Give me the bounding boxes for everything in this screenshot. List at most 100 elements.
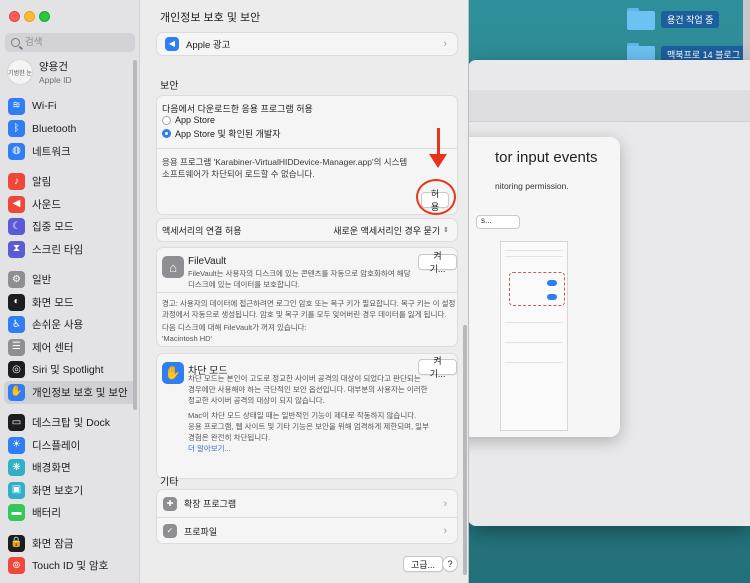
filevault-card: ⌂ FileVault 켜기... FileVault는 사용자의 디스크에 있…: [156, 247, 458, 347]
lockdown-description: 정교한 사이버 공격의 대상이 되지 않습니다.: [188, 396, 325, 405]
background-dialog-subtitle: nitoring permission.: [495, 181, 569, 191]
close-button[interactable]: [9, 11, 20, 22]
system-settings-window: 기범한 눈 양용건 Apple ID ≋ Wi-Fi ᛒ Bluetooth ◍ 네트워크…: [0, 0, 469, 583]
sidebar-item-label: 집중 모드: [32, 221, 74, 234]
lockdown-description: 경험은 완전히 차단됩니다.: [188, 433, 271, 442]
sidebar-item[interactable]: ⚙ 일반: [4, 269, 136, 292]
search-input[interactable]: [25, 37, 125, 48]
accessory-select[interactable]: 새로운 액세서리인 경우 묻기 ⇕: [333, 224, 449, 237]
background-dialog-button[interactable]: s...: [476, 215, 520, 229]
sidebar-item-label: Siri 및 Spotlight: [32, 364, 104, 377]
sidebar-item[interactable]: ☀ 디스플레이: [4, 434, 136, 457]
others-card: ✚ 확장 프로그램 › ✓ 프로파일 ›: [156, 489, 458, 544]
page-title: 개인정보 보호 및 보안: [160, 12, 261, 24]
sidebar-item[interactable]: ◀ 사운드: [4, 193, 136, 216]
hand-icon: ✋: [162, 362, 184, 384]
radio-app-store[interactable]: App Store: [162, 115, 215, 125]
blocked-message: 소프트웨어가 차단되어 로드할 수 없습니다.: [162, 169, 315, 179]
filevault-description: 디스크에 있는 데이터를 보호합니다.: [188, 280, 300, 289]
allow-downloads-label: 다음에서 다운로드한 응용 프로그램 허용: [162, 104, 313, 114]
settings-pane: ◀ Apple 광고 › 보안 다음에서 다운로드한 응용 프로그램 허용 Ap…: [141, 28, 468, 583]
accessory-label: 액세서리의 연결 허용: [162, 225, 242, 236]
sidebar-item-label: 배터리: [32, 507, 61, 520]
sidebar-item[interactable]: ⊚ Touch ID 및 암호: [4, 555, 136, 578]
help-button[interactable]: ?: [442, 556, 458, 572]
checkmark-seal-icon: ✓: [163, 524, 177, 538]
gear-icon: ⚙: [8, 271, 25, 289]
sidebar-item-label: 화면 모드: [32, 296, 74, 309]
radio-button[interactable]: [162, 129, 171, 138]
sidebar-item[interactable]: ◍ 네트워크: [4, 140, 136, 163]
sidebar-item[interactable]: ☰ 제어 센터: [4, 336, 136, 359]
profiles-label: 프로파일: [184, 526, 218, 537]
apple-id-account[interactable]: 기범한 눈 양용건 Apple ID: [7, 59, 72, 85]
sidebar-item[interactable]: ▣ 화면 보호기: [4, 479, 136, 502]
lockdown-description: 경우에만 사용해야 하는 극단적인 보안 옵션입니다. 대부분의 사용자는 이러…: [188, 385, 428, 394]
radio-label: App Store 및 확인된 개발자: [175, 129, 281, 139]
sidebar-item[interactable]: ≋ Wi-Fi: [4, 95, 136, 118]
sidebar-item-label: 배경화면: [32, 462, 71, 475]
security-header: 보안: [160, 81, 179, 92]
sidebar-item-label: 개인정보 보호 및 보안: [32, 386, 128, 399]
display-icon: ☀: [8, 436, 25, 454]
apple-ads-row[interactable]: ◀ Apple 광고 ›: [156, 32, 458, 56]
sidebar-item[interactable]: ▬ 배터리: [4, 502, 136, 525]
megaphone-icon: ◀: [165, 37, 179, 51]
sidebar-item[interactable]: ◐ 화면 모드: [4, 291, 136, 314]
profiles-row[interactable]: ✓ 프로파일 ›: [157, 518, 457, 544]
sidebar-item[interactable]: ᛒ Bluetooth: [4, 118, 136, 141]
filevault-turn-on-button[interactable]: 켜기...: [418, 251, 457, 274]
sidebar-item[interactable]: ◎ Siri 및 Spotlight: [4, 359, 136, 382]
minimize-button[interactable]: [24, 11, 35, 22]
avatar-signature: 기범한 눈: [8, 70, 32, 77]
annotation-circle: [416, 179, 456, 215]
desktop-folder[interactable]: 용건 작업 중: [627, 8, 720, 30]
chevron-right-icon: ›: [443, 497, 447, 510]
folder-icon: [627, 8, 655, 30]
sidebar-item-label: 일반: [32, 274, 52, 287]
sidebar-item[interactable]: ♿ 손쉬운 사용: [4, 314, 136, 337]
sidebar-item-label: 손쉬운 사용: [32, 319, 84, 332]
battery-icon: ▬: [8, 504, 25, 522]
sidebar-item[interactable]: ▭ 데스크탑 및 Dock: [4, 412, 136, 435]
learn-more-link[interactable]: 더 알아보기...: [188, 443, 429, 454]
chevron-updown-icon: ⇕: [443, 227, 449, 234]
avatar: 기범한 눈: [7, 59, 33, 85]
sidebar-item[interactable]: ☾ 집중 모드: [4, 216, 136, 239]
sidebar-item-label: 디스플레이: [32, 439, 81, 452]
search-icon: [11, 38, 20, 47]
account-name: 양용건: [39, 61, 68, 73]
radio-app-store-and-developers[interactable]: App Store 및 확인된 개발자: [162, 127, 281, 140]
hand-icon: ✋: [8, 383, 25, 401]
sidebar-scrollbar[interactable]: [133, 60, 137, 410]
accessory-row: 액세서리의 연결 허용 새로운 액세서리인 경우 묻기 ⇕: [156, 218, 458, 242]
extensions-row[interactable]: ✚ 확장 프로그램 ›: [157, 490, 457, 517]
zoom-button[interactable]: [39, 11, 50, 22]
sidebar-item[interactable]: ✋ 개인정보 보호 및 보안: [4, 381, 136, 404]
sidebar-item[interactable]: 🔒 화면 잠금: [4, 532, 136, 555]
lockdown-card: ✋ 차단 모드 켜기... 차단 모드는 본인이 고도로 정교한 사이버 공격의…: [156, 353, 458, 479]
puzzle-icon: ✚: [163, 496, 177, 511]
pane-scrollbar[interactable]: [463, 325, 467, 575]
lock-icon: 🔒: [8, 534, 25, 552]
house-icon: ⌂: [162, 256, 184, 278]
globe-icon: ◍: [8, 142, 25, 160]
screensaver-icon: ▣: [8, 481, 25, 499]
hourglass-icon: ⧗: [8, 240, 25, 258]
radio-button[interactable]: [162, 115, 171, 125]
apple-ads-label: Apple 광고: [186, 40, 231, 51]
folder-label: 용건 작업 중: [661, 10, 720, 28]
bell-icon: ♪: [8, 173, 25, 191]
sidebar-item[interactable]: ⧗ 스크린 타임: [4, 238, 136, 261]
sidebar-item-label: 데스크탑 및 Dock: [32, 417, 111, 430]
others-header: 기타: [160, 477, 179, 488]
sidebar-item-label: 제어 센터: [32, 341, 74, 354]
moon-icon: ☾: [8, 218, 25, 236]
sidebar-item-label: 사운드: [32, 198, 61, 211]
bluetooth-icon: ᛒ: [8, 120, 25, 138]
sidebar-item[interactable]: ♪ 알림: [4, 171, 136, 194]
search-field[interactable]: [5, 33, 135, 52]
sidebar-item[interactable]: ❋ 배경화면: [4, 457, 136, 480]
sidebar-item-label: Touch ID 및 암호: [32, 560, 109, 573]
advanced-button[interactable]: 고급...: [403, 556, 444, 572]
